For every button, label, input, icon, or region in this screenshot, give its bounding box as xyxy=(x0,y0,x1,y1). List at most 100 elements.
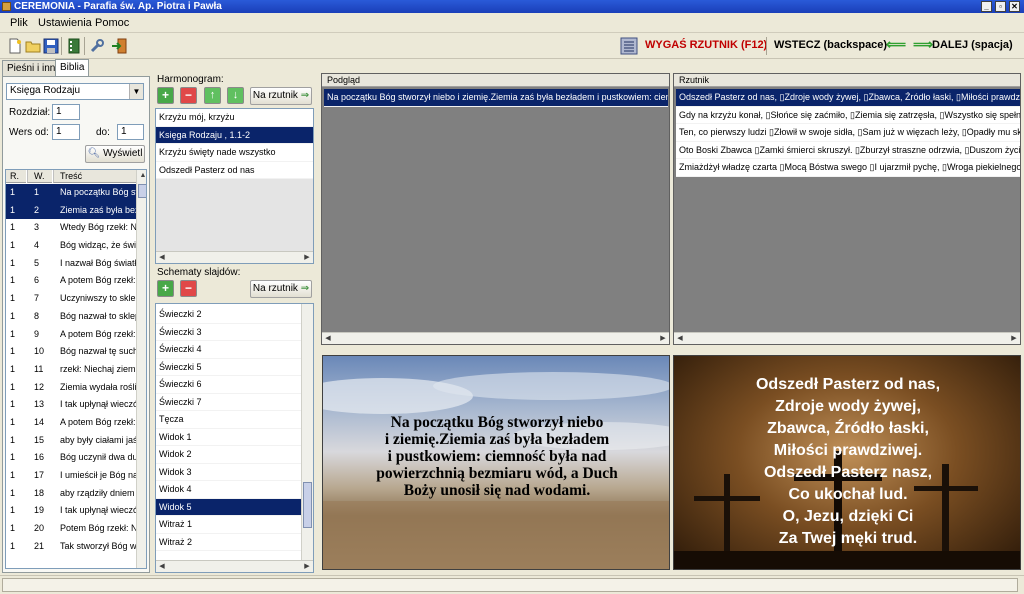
move-down-button[interactable]: ↓ xyxy=(227,87,244,104)
menu-bar: Plik Ustawienia Pomoc xyxy=(0,13,1024,33)
schedule-item[interactable]: Krzyżu mój, krzyżu xyxy=(156,109,313,127)
schema-item[interactable]: Widok 4 xyxy=(156,481,301,499)
scroll-left-icon[interactable]: ◀ xyxy=(674,333,686,345)
projector-slide-item[interactable]: Oto Boski Zbawca ▯Zamki śmierci skruszył… xyxy=(676,142,1020,159)
schema-to-projector-button[interactable]: Na rzutnik ⇒ xyxy=(250,280,312,298)
move-up-button[interactable]: ↑ xyxy=(204,87,221,104)
schedule-item[interactable]: Księga Rodzaju , 1.1-2 xyxy=(156,126,313,144)
schema-item[interactable]: Witraż 2 xyxy=(156,534,301,551)
schedule-item[interactable]: Odszedł Pasterz od nas xyxy=(156,162,313,179)
table-row[interactable]: 1 12 Ziemia wydała roślin xyxy=(6,379,136,397)
scroll-up-icon[interactable]: ▲ xyxy=(137,170,146,182)
book-select[interactable]: Księga Rodzaju ▼ xyxy=(6,83,144,100)
table-row[interactable]: 1 8 Bóg nazwał to sklep xyxy=(6,308,136,326)
minimize-button[interactable]: _ xyxy=(981,1,992,12)
table-row[interactable]: 1 9 A potem Bóg rzekł: xyxy=(6,326,136,344)
schedule-hscroll[interactable]: ◀ ▶ xyxy=(156,251,313,263)
table-row[interactable]: 1 20 Potem Bóg rzekł: Ni xyxy=(6,520,136,538)
menu-plik[interactable]: Plik xyxy=(10,17,28,29)
add-schema-button[interactable]: + xyxy=(157,280,174,297)
table-row[interactable]: 1 2 Ziemia zaś była bez xyxy=(6,201,136,220)
schema-item[interactable]: Świeczki 3 xyxy=(156,324,301,341)
table-row[interactable]: 1 15 aby były ciałami jaśn xyxy=(6,432,136,450)
table-row[interactable]: 1 17 I umieścił je Bóg na xyxy=(6,467,136,485)
scroll-thumb[interactable] xyxy=(303,482,312,528)
schema-item[interactable]: Tęcza xyxy=(156,411,301,429)
verse-from-input[interactable]: 1 xyxy=(52,124,80,140)
chapter-input[interactable]: 1 xyxy=(52,104,80,120)
verse-text-cell: I tak upłynął wieczó xyxy=(60,505,136,516)
schema-item[interactable]: Widok 3 xyxy=(156,464,301,481)
table-row[interactable]: 1 10 Bóg nazwał tę such xyxy=(6,343,136,361)
remove-schema-button[interactable]: − xyxy=(180,280,197,297)
menu-pomoc[interactable]: Pomoc xyxy=(95,17,129,29)
projector-icon[interactable] xyxy=(620,37,638,55)
remove-schedule-button[interactable]: − xyxy=(180,87,197,104)
menu-ustawienia[interactable]: Ustawienia xyxy=(38,17,92,29)
table-row[interactable]: 1 11 rzekł: Niechaj ziemia xyxy=(6,361,136,379)
show-verses-button[interactable]: 🔍︎ Wyświetl xyxy=(85,145,145,163)
scroll-right-icon[interactable]: ▶ xyxy=(301,252,313,263)
new-file-icon[interactable] xyxy=(7,38,23,54)
wrench-icon[interactable] xyxy=(89,38,105,54)
open-folder-icon[interactable] xyxy=(25,38,41,54)
table-row[interactable]: 1 1 Na początku Bóg stw xyxy=(6,184,136,202)
table-row[interactable]: 1 13 I tak upłynął wieczó xyxy=(6,396,136,414)
schema-item[interactable]: Witraż 1 xyxy=(156,516,301,534)
schema-vscroll[interactable] xyxy=(301,304,313,560)
scroll-right-icon[interactable]: ▶ xyxy=(657,333,669,345)
scroll-thumb[interactable] xyxy=(138,184,146,198)
verse-to-input[interactable]: 1 xyxy=(117,124,144,140)
col-header-w[interactable]: W. xyxy=(27,170,52,183)
close-button[interactable]: ✕ xyxy=(1009,1,1020,12)
verse-number-cell: 19 xyxy=(34,505,45,516)
table-row[interactable]: 1 14 A potem Bóg rzekł: xyxy=(6,414,136,432)
dropdown-arrow-icon[interactable]: ▼ xyxy=(129,84,143,99)
scroll-left-icon[interactable]: ◀ xyxy=(156,252,168,263)
schema-item[interactable]: Świeczki 7 xyxy=(156,394,301,411)
table-row[interactable]: 1 21 Tak stworzył Bóg wi xyxy=(6,538,136,556)
verse-grid-scrollbar[interactable]: ▲ xyxy=(136,170,146,568)
blank-projector-button[interactable]: WYGAŚ RZUTNIK (F12) xyxy=(645,39,767,51)
table-row[interactable]: 1 18 aby rządziły dniem i xyxy=(6,485,136,503)
schema-item[interactable]: Świeczki 6 xyxy=(156,376,301,394)
projector-slide-item[interactable]: Odszedł Pasterz od nas, ▯Zdroje wody żyw… xyxy=(676,89,1020,107)
table-row[interactable]: 1 6 A potem Bóg rzekł: xyxy=(6,272,136,290)
scroll-right-icon[interactable]: ▶ xyxy=(1008,333,1020,345)
schema-item[interactable]: Świeczki 5 xyxy=(156,359,301,376)
back-button[interactable]: WSTECZ (backspace) xyxy=(774,39,887,51)
col-header-tresc[interactable]: Treść xyxy=(53,170,136,183)
schedule-to-projector-button[interactable]: Na rzutnik ⇒ xyxy=(250,87,312,105)
exit-icon[interactable] xyxy=(111,38,127,54)
film-icon[interactable] xyxy=(66,38,82,54)
table-row[interactable]: 1 16 Bóg uczynił dwa du xyxy=(6,449,136,467)
scroll-right-icon[interactable]: ▶ xyxy=(301,561,313,572)
preview-hscroll[interactable]: ◀ ▶ xyxy=(322,332,669,344)
table-row[interactable]: 1 19 I tak upłynął wieczó xyxy=(6,502,136,520)
maximize-button[interactable]: ▫ xyxy=(995,1,1006,12)
schema-item[interactable]: Widok 2 xyxy=(156,446,301,464)
add-schedule-button[interactable]: + xyxy=(157,87,174,104)
projector-header: Rzutnik xyxy=(674,74,1020,87)
preview-slide-item[interactable]: Na początku Bóg stworzył niebo i ziemię.… xyxy=(324,89,668,107)
schema-hscroll[interactable]: ◀ ▶ xyxy=(156,560,313,572)
scroll-left-icon[interactable]: ◀ xyxy=(156,561,168,572)
table-row[interactable]: 1 5 I nazwał Bóg światło xyxy=(6,255,136,273)
save-icon[interactable] xyxy=(43,38,59,54)
schedule-item[interactable]: Krzyżu święty nade wszystko xyxy=(156,144,313,162)
projector-slide-item[interactable]: Ten, co pierwszy ludzi ▯Złowił w swoje s… xyxy=(676,124,1020,142)
schema-item[interactable]: Widok 1 xyxy=(156,429,301,446)
schema-item[interactable]: Świeczki 4 xyxy=(156,341,301,359)
schema-item[interactable]: Świeczki 2 xyxy=(156,306,301,324)
table-row[interactable]: 1 7 Uczyniwszy to sklep xyxy=(6,290,136,308)
projector-slide-item[interactable]: Gdy na krzyżu konał, ▯Słońce się zaćmiło… xyxy=(676,107,1020,124)
table-row[interactable]: 1 3 Wtedy Bóg rzekł: Ni xyxy=(6,219,136,237)
projector-hscroll[interactable]: ◀ ▶ xyxy=(674,332,1020,344)
col-header-r[interactable]: R. xyxy=(6,170,26,183)
next-button[interactable]: DALEJ (spacja) xyxy=(932,39,1013,51)
schema-item[interactable]: Widok 5 xyxy=(156,498,301,516)
tab-biblia[interactable]: Biblia xyxy=(55,59,90,76)
projector-slide-item[interactable]: Zmiażdżył władzę czarta ▯Mocą Bóstwa swe… xyxy=(676,159,1020,177)
table-row[interactable]: 1 4 Bóg widząc, że świa xyxy=(6,237,136,255)
scroll-left-icon[interactable]: ◀ xyxy=(322,333,334,345)
